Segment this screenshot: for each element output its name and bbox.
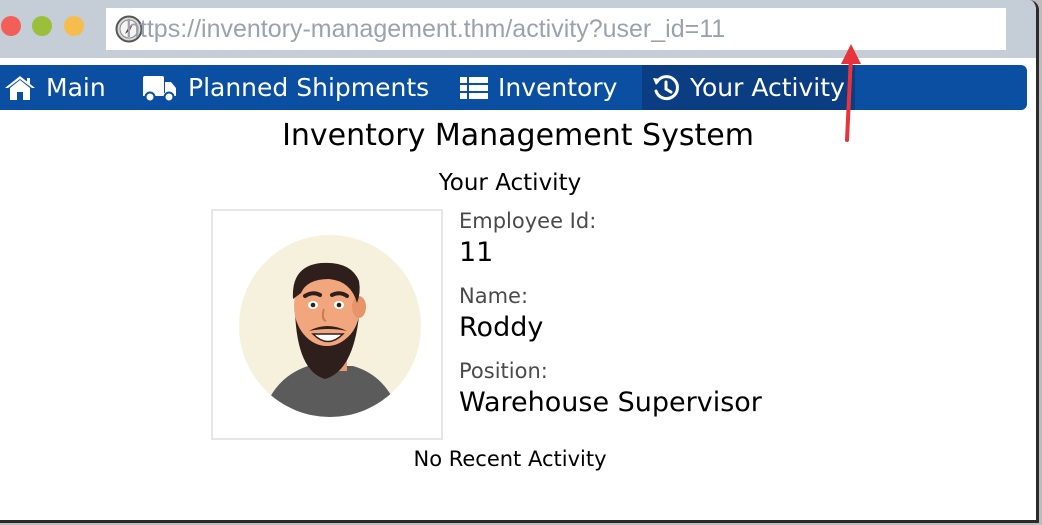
home-icon <box>4 75 36 101</box>
nav-item-label: Main <box>46 73 106 102</box>
name-value: Roddy <box>459 312 544 343</box>
truck-icon <box>142 73 178 103</box>
nav-item-planned-shipments[interactable]: Planned Shipments <box>138 65 433 110</box>
browser-titlebar: https://inventory-management.thm/activit… <box>0 0 1036 58</box>
avatar <box>211 209 443 440</box>
page-title: Inventory Management System <box>282 118 754 153</box>
nav-item-label: Inventory <box>498 73 618 102</box>
section-title: Your Activity <box>438 170 582 196</box>
list-icon <box>460 76 488 100</box>
nav-item-label: Your Activity <box>690 73 845 102</box>
nav-item-label: Planned Shipments <box>188 73 430 102</box>
annotation-arrow-icon <box>841 44 861 142</box>
address-bar[interactable]: https://inventory-management.thm/activit… <box>106 8 1006 50</box>
main-navbar: Main Planned Shipments Inventory Your Ac… <box>0 65 1027 110</box>
close-window-button[interactable] <box>1 16 21 36</box>
minimize-window-button[interactable] <box>32 16 52 36</box>
avatar-illustration <box>239 235 421 417</box>
history-icon <box>652 74 680 102</box>
nav-item-inventory[interactable]: Inventory <box>456 65 621 110</box>
maximize-window-button[interactable] <box>64 16 84 36</box>
nav-item-main[interactable]: Main <box>0 65 110 110</box>
browser-window: https://inventory-management.thm/activit… <box>0 0 1039 523</box>
position-value: Warehouse Supervisor <box>459 387 762 418</box>
position-label: Position: <box>459 359 548 383</box>
empty-activity-message: No Recent Activity <box>413 447 607 471</box>
name-label: Name: <box>459 284 529 308</box>
url-text: https://inventory-management.thm/activit… <box>126 15 726 43</box>
employee-id-value: 11 <box>459 237 494 268</box>
nav-item-your-activity[interactable]: Your Activity <box>642 65 855 110</box>
employee-id-label: Employee Id: <box>459 209 597 233</box>
